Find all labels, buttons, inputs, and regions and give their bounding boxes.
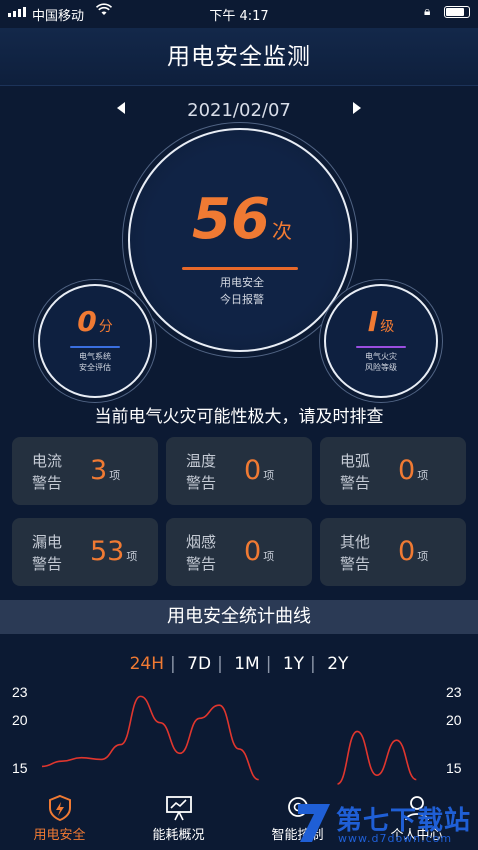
alarm-card-current[interactable]: 电流警告 3项 xyxy=(12,437,158,505)
watermark-logo-icon xyxy=(298,804,330,842)
current-date: 2021/02/07 xyxy=(187,100,291,121)
series-line-0 xyxy=(41,695,259,781)
alarm-count-gauge: 56 次 用电安全 今日报警 xyxy=(128,128,352,352)
alarm-card-value: 0项 xyxy=(398,455,429,486)
safety-score-value: 0分 xyxy=(77,305,113,338)
y-tick-label-left: 23 xyxy=(12,684,28,700)
alarm-card-leakage[interactable]: 漏电警告 53 项 xyxy=(12,518,158,586)
alarm-card-name: 烟感警告 xyxy=(186,533,217,573)
alarm-count-label-1: 用电安全 xyxy=(220,276,264,289)
y-tick-label-left: 15 xyxy=(12,760,28,776)
y-tick-label-right: 20 xyxy=(446,712,462,728)
alarm-card-temperature[interactable]: 温度警告 0项 xyxy=(166,437,312,505)
alarm-card-value: 0项 xyxy=(398,536,429,567)
alarm-card-value: 0项 xyxy=(244,455,275,486)
presentation-chart-icon xyxy=(165,796,192,821)
alarm-card-smoke[interactable]: 烟感警告 0项 xyxy=(166,518,312,586)
range-option-7d[interactable]: 7D xyxy=(181,654,217,674)
range-option-1m[interactable]: 1M xyxy=(228,654,265,674)
risk-level-label-2: 风险等级 xyxy=(365,363,397,372)
tab-electrical-safety[interactable]: 用电安全 xyxy=(0,790,119,850)
alarm-card-name: 漏电警告 xyxy=(32,533,63,573)
date-navigator: 2021/02/07 xyxy=(0,100,478,124)
y-tick-label-right: 15 xyxy=(446,760,462,776)
alarm-card-name: 其他警告 xyxy=(340,533,371,573)
triangle-right-icon xyxy=(353,102,361,114)
risk-level-label-1: 电气火灾 xyxy=(365,352,397,361)
range-selector: 24H | 7D | 1M | 1Y | 2Y xyxy=(0,654,478,674)
status-bar: 中国移动 下午 4:17 🔒︎ xyxy=(0,0,478,26)
risk-level-bar xyxy=(356,346,406,348)
alarm-count-bar xyxy=(182,267,298,270)
alarm-card-name: 电流警告 xyxy=(32,452,63,492)
alarm-card-value: 3项 xyxy=(90,455,121,486)
alarm-card-value: 53 项 xyxy=(90,536,138,567)
alarm-card-other[interactable]: 其他警告 0项 xyxy=(320,518,466,586)
risk-level-value: I级 xyxy=(367,305,395,338)
safety-score-label-2: 安全评估 xyxy=(79,363,111,372)
alarm-card-name: 温度警告 xyxy=(186,452,217,492)
stats-section-title: 用电安全统计曲线 xyxy=(0,600,478,634)
watermark-url: www.d7down.com xyxy=(338,832,453,845)
y-tick-label-right: 23 xyxy=(446,684,462,700)
clock: 下午 4:17 xyxy=(209,9,269,24)
tab-label: 能耗概况 xyxy=(152,828,205,843)
alarm-card-name: 电弧警告 xyxy=(340,452,371,492)
range-option-24h[interactable]: 24H xyxy=(124,654,170,674)
alarm-count-value: 56 次 xyxy=(192,187,292,252)
range-option-2y[interactable]: 2Y xyxy=(321,654,354,674)
rotation-lock-icon: 🔒︎ xyxy=(424,4,431,18)
tab-label: 用电安全 xyxy=(33,828,86,843)
warning-message: 当前电气火灾可能性极大，请及时排查 xyxy=(94,407,384,427)
alarm-count-label-2: 今日报警 xyxy=(220,293,264,306)
range-option-1y[interactable]: 1Y xyxy=(277,654,310,674)
safety-score-label-1: 电气系统 xyxy=(79,352,111,361)
battery-icon xyxy=(444,6,470,18)
watermark: 第七下载站 www.d7down.com xyxy=(280,798,478,850)
risk-level-gauge: I级 电气火灾 风险等级 xyxy=(324,284,438,398)
stats-line-chart: 23 20 15 23 20 15 xyxy=(12,684,462,785)
tab-energy-overview[interactable]: 能耗概况 xyxy=(119,790,238,850)
next-date-button[interactable] xyxy=(352,102,362,118)
alarm-card-arc[interactable]: 电弧警告 0项 xyxy=(320,437,466,505)
shield-bolt-icon xyxy=(48,794,71,822)
page-title: 用电安全监测 xyxy=(0,28,478,86)
safety-score-gauge: 0分 电气系统 安全评估 xyxy=(38,284,152,398)
y-tick-label-left: 20 xyxy=(12,712,28,728)
safety-score-bar xyxy=(70,346,120,348)
alarm-card-value: 0项 xyxy=(244,536,275,567)
series-line-1 xyxy=(337,730,417,785)
